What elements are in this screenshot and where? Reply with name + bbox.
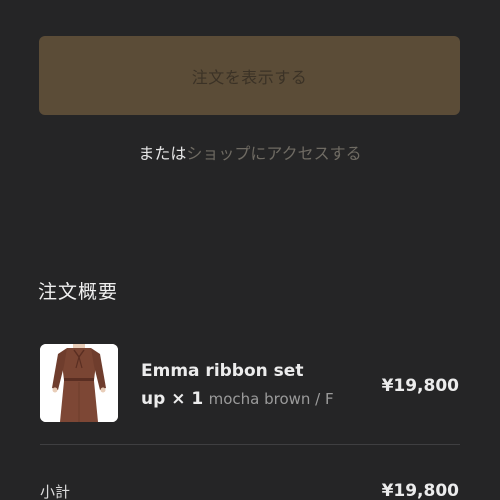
product-details: up × 1 mocha brown / F	[141, 385, 353, 413]
order-status-page: 注文を表示する またはショップにアクセスする 注文概要 Emma ribbon …	[0, 0, 500, 500]
dress-image-icon	[40, 344, 118, 422]
subtotal-value: ¥19,800	[381, 481, 459, 500]
subtotal-label: 小計	[40, 483, 71, 500]
product-variant: mocha brown / F	[208, 390, 334, 408]
view-order-button-label: 注文を表示する	[191, 67, 308, 87]
view-order-button[interactable]: 注文を表示する	[39, 36, 460, 115]
product-name: Emma ribbon set	[141, 361, 304, 381]
visit-shop-link[interactable]: ショップにアクセスする	[186, 144, 361, 163]
product-thumbnail	[40, 344, 118, 422]
or-text: または	[138, 144, 187, 163]
product-price: ¥19,800	[381, 376, 459, 396]
product-quantity: up × 1	[141, 389, 204, 409]
shop-access-line: またはショップにアクセスする	[0, 142, 500, 166]
summary-divider	[40, 444, 460, 445]
order-summary-title: 注文概要	[38, 281, 119, 303]
